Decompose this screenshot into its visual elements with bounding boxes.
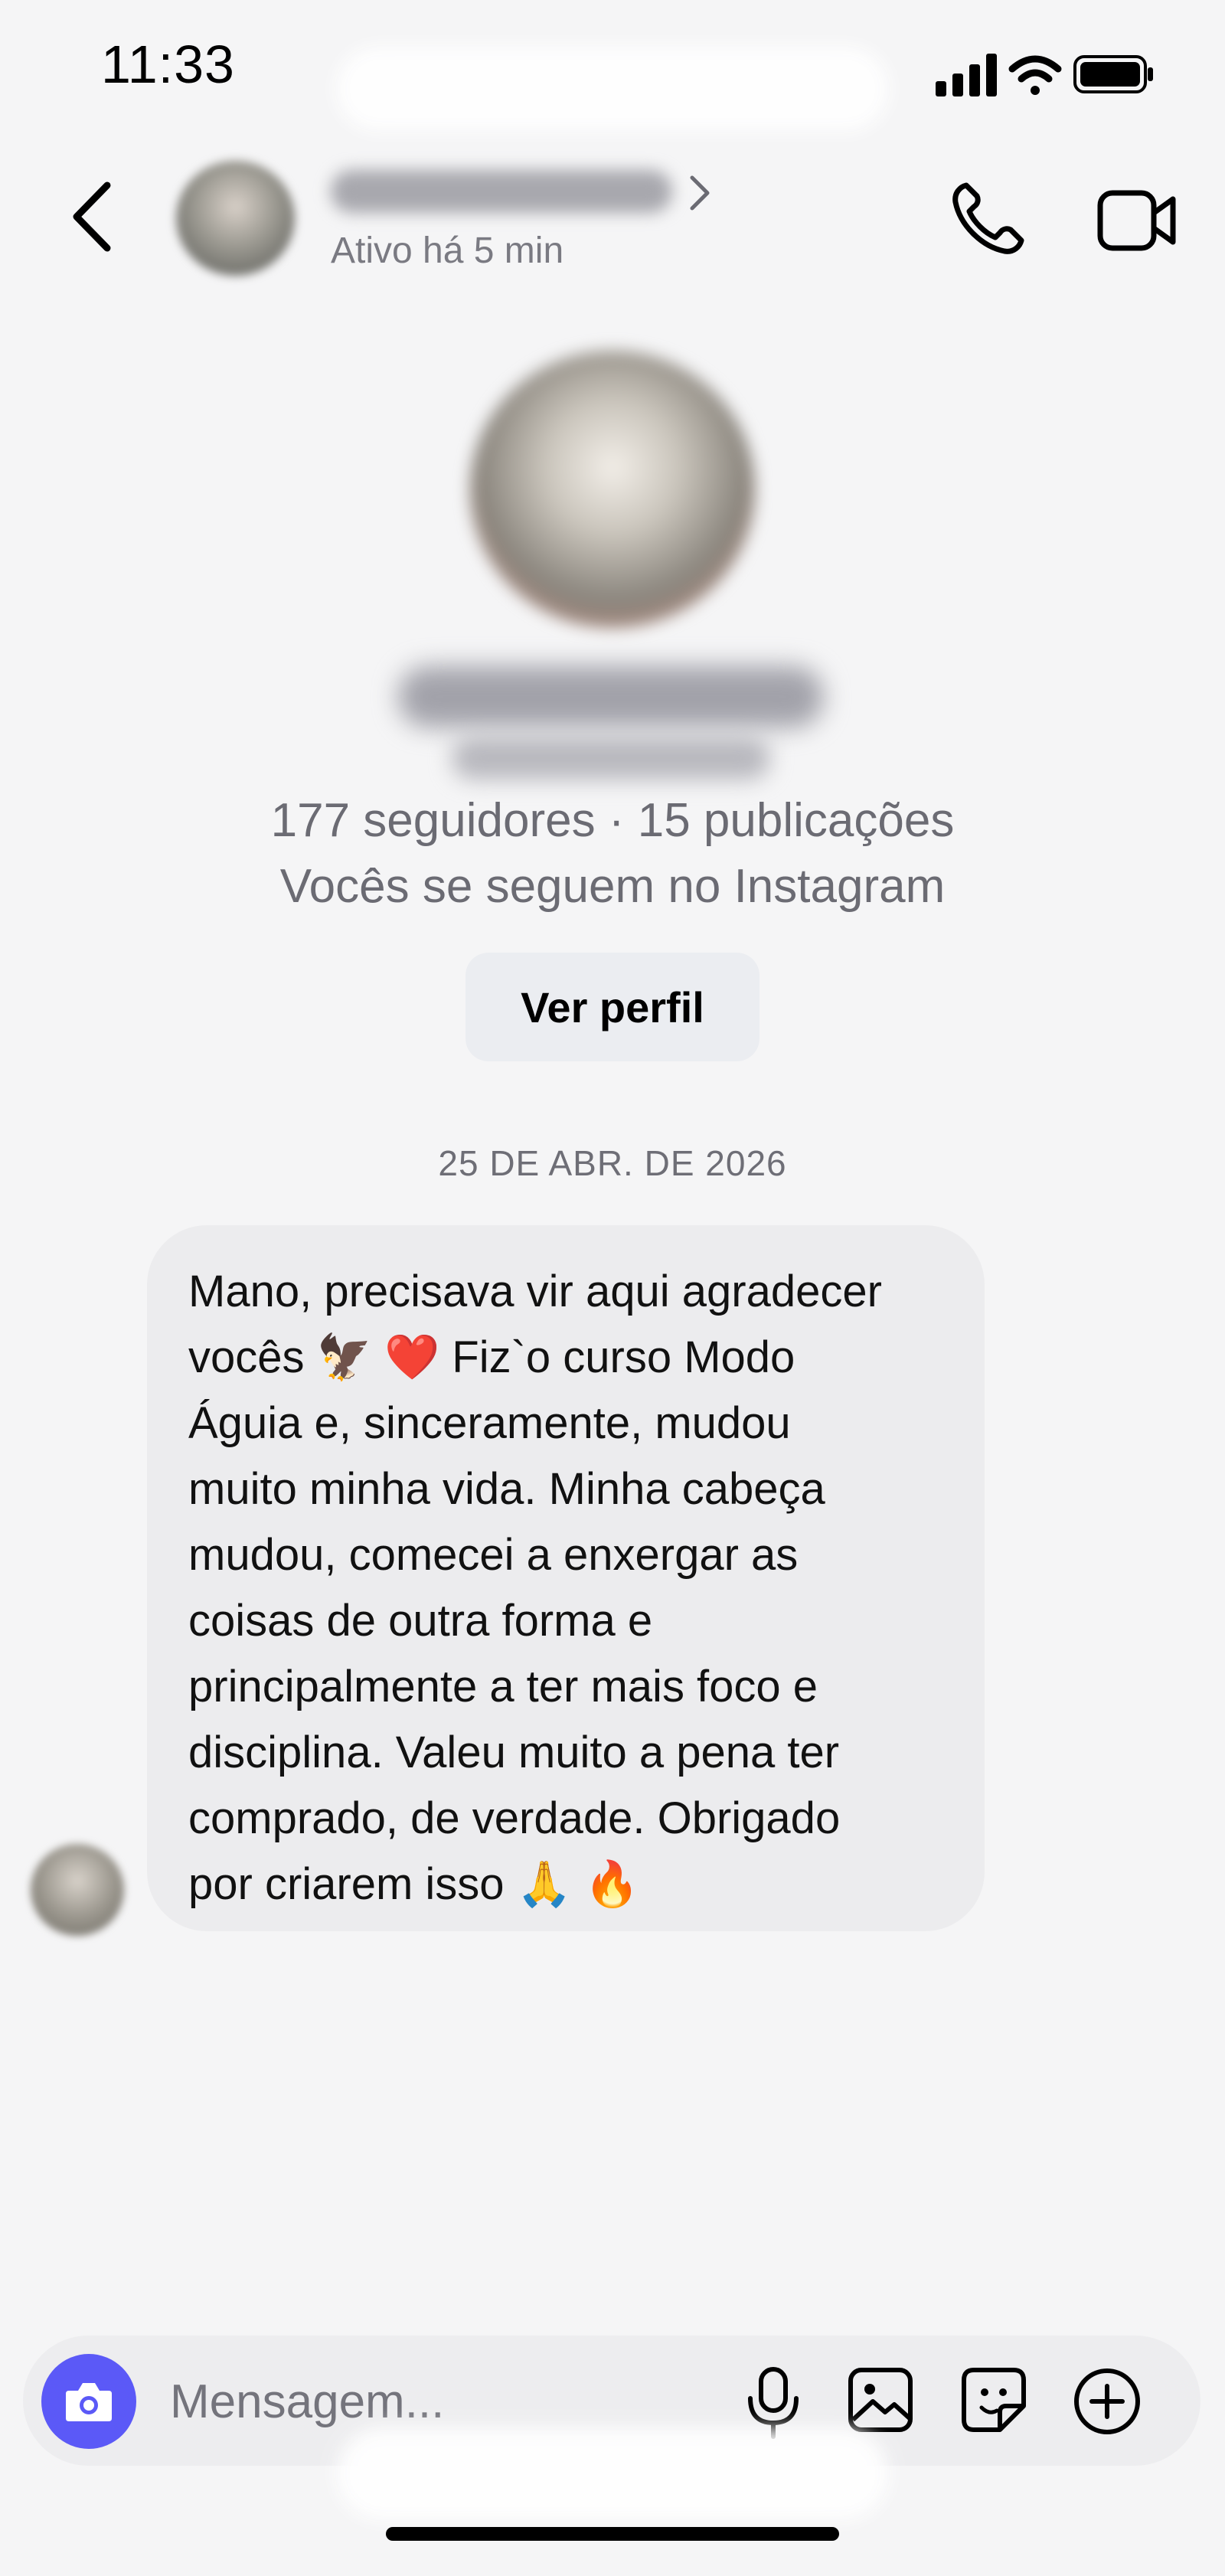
- camera-button[interactable]: [41, 2354, 136, 2449]
- contact-name-blurred[interactable]: [331, 170, 672, 213]
- sticker-button[interactable]: [960, 2366, 1027, 2434]
- view-profile-button[interactable]: Ver perfil: [466, 953, 760, 1061]
- image-gallery-icon: [848, 2368, 913, 2432]
- status-time: 11:33: [101, 34, 235, 94]
- voice-call-button[interactable]: [949, 181, 1026, 257]
- profile-mutual-follow: Vocês se seguem no Instagram: [279, 860, 946, 913]
- contact-active-status: Ativo há 5 min: [331, 230, 564, 271]
- back-button[interactable]: [64, 175, 126, 259]
- battery-icon: [1073, 55, 1153, 93]
- profile-avatar[interactable]: [470, 351, 755, 628]
- message-text: Mano, precisava vir aqui agradecer vocês…: [188, 1267, 882, 1909]
- profile-username-blurred: [452, 737, 770, 780]
- video-camera-icon: [1097, 190, 1176, 251]
- sender-avatar[interactable]: [31, 1844, 124, 1936]
- date-divider: 25 DE ABR. DE 2026: [438, 1143, 787, 1183]
- profile-stats: 177 seguidores · 15 publicações: [270, 794, 955, 847]
- home-indicator[interactable]: [386, 2527, 839, 2541]
- blurred-notch-area: [337, 47, 888, 130]
- message-input[interactable]: [170, 2366, 706, 2437]
- sticker-icon: [962, 2368, 1026, 2432]
- plus-circle-icon: [1074, 2368, 1140, 2434]
- camera-icon: [66, 2383, 112, 2421]
- profile-name-blurred: [398, 666, 824, 727]
- blurred-bottom-area: [337, 2427, 888, 2519]
- contact-avatar[interactable]: [176, 161, 295, 276]
- message-bubble[interactable]: Mano, precisava vir aqui agradecer vocês…: [147, 1225, 985, 1931]
- gallery-button[interactable]: [847, 2366, 914, 2434]
- video-call-button[interactable]: [1096, 188, 1179, 253]
- more-options-button[interactable]: [1072, 2366, 1142, 2437]
- cellular-signal-icon: [936, 54, 997, 96]
- wifi-icon: [1008, 55, 1062, 95]
- chevron-left-icon: [73, 181, 111, 252]
- chevron-right-icon[interactable]: [686, 173, 714, 213]
- phone-icon: [952, 182, 1024, 254]
- status-icons: [933, 46, 1155, 100]
